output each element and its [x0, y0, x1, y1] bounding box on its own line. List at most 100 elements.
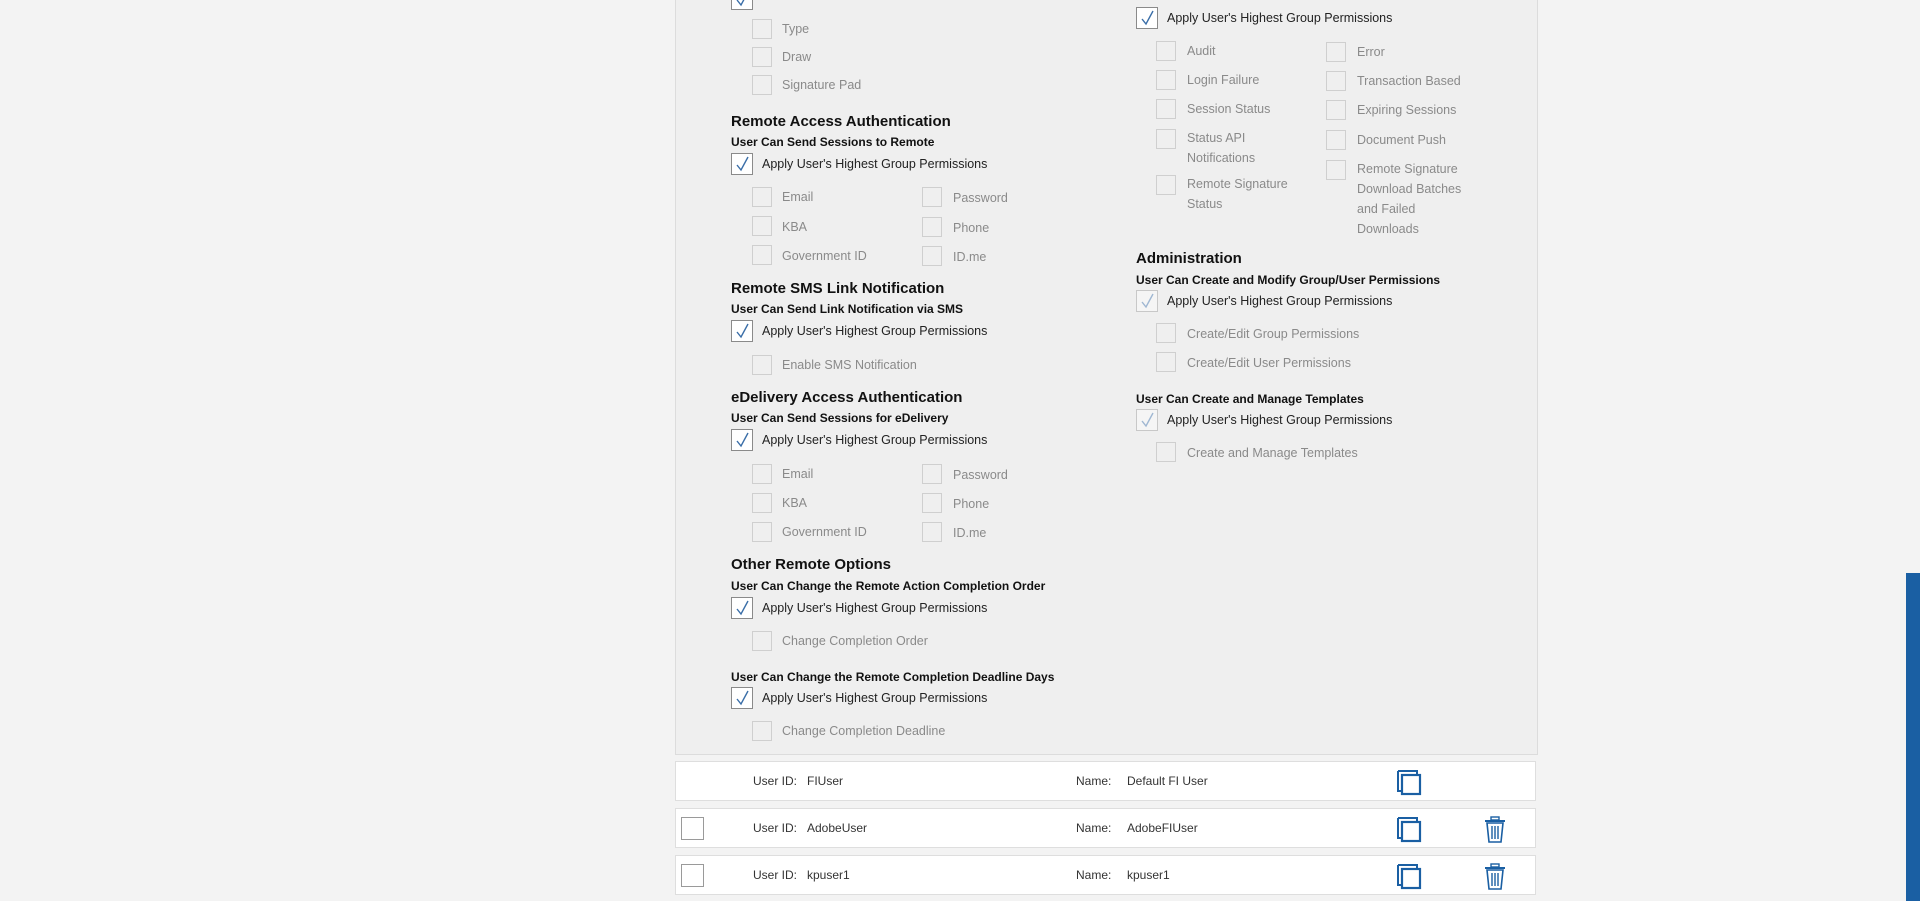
remote-access-subtitle: User Can Send Sessions to Remote	[731, 135, 935, 149]
edelivery-govid-label: Government ID	[782, 525, 867, 539]
completion-order-apply-checkbox[interactable]	[731, 597, 753, 619]
name-value: kpuser1	[1127, 868, 1170, 882]
edelivery-govid-checkbox[interactable]	[752, 522, 772, 542]
report-transaction-based-label: Transaction Based	[1357, 74, 1461, 88]
report-remote-signature-status-checkbox[interactable]	[1156, 175, 1176, 195]
name-value: AdobeFIUser	[1127, 821, 1198, 835]
check-icon	[1141, 293, 1154, 309]
modify-permissions-apply-label: Apply User's Highest Group Permissions	[1167, 294, 1393, 308]
name-caption: Name:	[1076, 868, 1112, 882]
remote-access-phone-checkbox[interactable]	[922, 217, 942, 237]
signature-pad-checkbox[interactable]	[752, 75, 772, 95]
report-audit-checkbox[interactable]	[1156, 41, 1176, 61]
scrollbar-thumb[interactable]	[1906, 573, 1920, 901]
signature-draw-checkbox[interactable]	[752, 47, 772, 67]
name-caption: Name:	[1076, 821, 1112, 835]
other-remote-title: Other Remote Options	[731, 556, 892, 573]
create-manage-templates-label: Create and Manage Templates	[1187, 446, 1358, 460]
copy-icon[interactable]	[1396, 769, 1424, 797]
user-row[interactable]: User ID: AdobeUser Name: AdobeFIUser	[675, 808, 1536, 848]
remote-access-idme-label: ID.me	[953, 250, 987, 264]
remote-access-apply-checkbox[interactable]	[731, 153, 753, 175]
create-edit-user-checkbox[interactable]	[1156, 352, 1176, 372]
name-value: Default FI User	[1127, 774, 1208, 788]
name-caption: Name:	[1076, 774, 1112, 788]
user-id-value: FIUser	[807, 774, 843, 788]
create-manage-templates-checkbox[interactable]	[1156, 442, 1176, 462]
remote-sms-apply-checkbox[interactable]	[731, 320, 753, 342]
report-document-push-checkbox[interactable]	[1326, 130, 1346, 150]
edelivery-phone-checkbox[interactable]	[922, 493, 942, 513]
copy-icon[interactable]	[1396, 863, 1424, 891]
signature-pad-label: Signature Pad	[782, 78, 862, 92]
report-login-failure-checkbox[interactable]	[1156, 70, 1176, 90]
check-icon	[736, 600, 749, 616]
edelivery-phone-label: Phone	[953, 497, 990, 511]
change-completion-deadline-checkbox[interactable]	[752, 721, 772, 741]
signature-type-checkbox[interactable]	[752, 19, 772, 39]
row-select-checkbox[interactable]	[681, 864, 704, 887]
edelivery-subtitle: User Can Send Sessions for eDelivery	[731, 411, 949, 425]
reports-apply-checkbox[interactable]	[1136, 7, 1158, 29]
edelivery-apply-label: Apply User's Highest Group Permissions	[762, 433, 988, 447]
change-completion-deadline-label: Change Completion Deadline	[782, 724, 946, 738]
check-icon	[1141, 10, 1154, 26]
remote-sms-title: Remote SMS Link Notification	[731, 280, 945, 297]
edelivery-password-label: Password	[953, 468, 1008, 482]
remote-access-govid-checkbox[interactable]	[752, 245, 772, 265]
edelivery-apply-checkbox[interactable]	[731, 429, 753, 451]
report-transaction-based-checkbox[interactable]	[1326, 71, 1346, 91]
report-expiring-sessions-checkbox[interactable]	[1326, 100, 1346, 120]
signature-type-label: Type	[782, 22, 810, 36]
remote-access-email-checkbox[interactable]	[752, 187, 772, 207]
remote-access-title: Remote Access Authentication	[731, 113, 951, 130]
signature-apply-checkbox[interactable]	[731, 0, 753, 10]
completion-deadline-apply-checkbox[interactable]	[731, 687, 753, 709]
manage-templates-apply-label: Apply User's Highest Group Permissions	[1167, 413, 1393, 427]
report-login-failure-label: Login Failure	[1187, 73, 1260, 87]
remote-access-phone-label: Phone	[953, 221, 990, 235]
completion-deadline-apply-label: Apply User's Highest Group Permissions	[762, 691, 988, 705]
report-download-batches-checkbox[interactable]	[1326, 160, 1346, 180]
completion-order-apply-label: Apply User's Highest Group Permissions	[762, 601, 988, 615]
user-row[interactable]: User ID: FIUser Name: Default FI User	[675, 761, 1536, 801]
edelivery-email-checkbox[interactable]	[752, 464, 772, 484]
remote-access-password-checkbox[interactable]	[922, 187, 942, 207]
edelivery-password-checkbox[interactable]	[922, 464, 942, 484]
remote-access-email-label: Email	[782, 190, 814, 204]
remote-access-kba-checkbox[interactable]	[752, 216, 772, 236]
report-document-push-label: Document Push	[1357, 133, 1446, 147]
report-session-status-checkbox[interactable]	[1156, 99, 1176, 119]
change-completion-order-label: Change Completion Order	[782, 634, 928, 648]
enable-sms-label: Enable SMS Notification	[782, 358, 917, 372]
report-download-batches-label: Remote Signature Download Batches and Fa…	[1357, 162, 1462, 236]
trash-icon[interactable]	[1481, 863, 1509, 891]
remote-access-idme-checkbox[interactable]	[922, 246, 942, 266]
report-session-status-label: Session Status	[1187, 102, 1271, 116]
row-select-checkbox[interactable]	[681, 817, 704, 840]
enable-sms-checkbox[interactable]	[752, 355, 772, 375]
remote-sms-apply-label: Apply User's Highest Group Permissions	[762, 324, 988, 338]
remote-access-govid-label: Government ID	[782, 249, 867, 263]
edelivery-idme-checkbox[interactable]	[922, 522, 942, 542]
user-row[interactable]: User ID: kpuser1 Name: kpuser1	[675, 855, 1536, 895]
user-id-value: kpuser1	[807, 868, 850, 882]
completion-order-subtitle: User Can Change the Remote Action Comple…	[731, 579, 1046, 593]
modify-permissions-apply-checkbox[interactable]	[1136, 290, 1158, 312]
user-id-caption: User ID:	[753, 774, 798, 788]
report-audit-label: Audit	[1187, 44, 1216, 58]
edelivery-kba-label: KBA	[782, 496, 808, 510]
edelivery-kba-checkbox[interactable]	[752, 493, 772, 513]
manage-templates-apply-checkbox[interactable]	[1136, 409, 1158, 431]
check-icon	[736, 432, 749, 448]
change-completion-order-checkbox[interactable]	[752, 631, 772, 651]
create-edit-group-checkbox[interactable]	[1156, 323, 1176, 343]
trash-icon[interactable]	[1481, 816, 1509, 844]
copy-icon[interactable]	[1396, 816, 1424, 844]
administration-title: Administration	[1136, 250, 1242, 267]
user-id-caption: User ID:	[753, 868, 798, 882]
report-status-api-checkbox[interactable]	[1156, 129, 1176, 149]
edelivery-title: eDelivery Access Authentication	[731, 389, 963, 406]
remote-sms-subtitle: User Can Send Link Notification via SMS	[731, 302, 964, 316]
report-error-checkbox[interactable]	[1326, 42, 1346, 62]
